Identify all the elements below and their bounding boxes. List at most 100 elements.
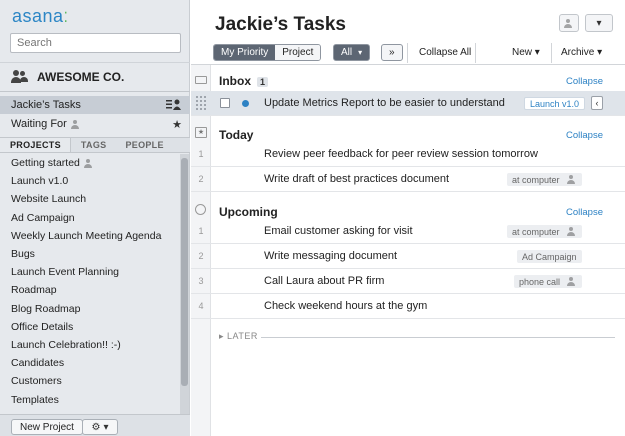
my-priority-button[interactable]: My Priority bbox=[214, 45, 276, 60]
new-menu-label: New bbox=[512, 47, 533, 58]
task-tag[interactable]: at computer bbox=[507, 225, 582, 238]
task-name[interactable]: Check weekend hours at the gym bbox=[264, 300, 427, 312]
task-row[interactable]: 2 Write messaging document Ad Campaign bbox=[191, 244, 625, 269]
task-project-tag[interactable]: Launch v1.0 bbox=[524, 97, 586, 110]
search-input[interactable] bbox=[10, 33, 181, 53]
task-row[interactable]: 2 Write draft of best practices document… bbox=[191, 167, 625, 192]
toolbar: My Priority Project All ▾ » Collapse All… bbox=[191, 41, 625, 65]
collapse-upcoming-link[interactable]: Collapse bbox=[566, 207, 603, 218]
divider bbox=[551, 43, 552, 63]
divider bbox=[407, 43, 408, 63]
expand-button[interactable]: » bbox=[381, 44, 403, 61]
collapse-all-button[interactable]: Collapse All bbox=[419, 47, 471, 58]
project-item[interactable]: Ad Campaign bbox=[0, 209, 180, 227]
people-icon bbox=[11, 70, 29, 84]
user-icon bbox=[567, 277, 577, 286]
task-name[interactable]: Email customer asking for visit bbox=[264, 225, 413, 237]
project-item[interactable]: Customers bbox=[0, 372, 180, 390]
scrollbar-thumb[interactable] bbox=[181, 158, 188, 386]
task-name[interactable]: Call Laura about PR firm bbox=[264, 275, 384, 287]
divider bbox=[475, 43, 476, 63]
assignee-list-icon bbox=[166, 99, 182, 113]
project-item[interactable]: Office Details bbox=[0, 318, 180, 336]
collapse-today-link[interactable]: Collapse bbox=[566, 130, 603, 141]
project-item[interactable]: Launch Event Planning bbox=[0, 263, 180, 281]
nav-my-tasks[interactable]: Jackie’s Tasks bbox=[0, 96, 190, 114]
user-icon bbox=[70, 119, 81, 129]
task-number: 3 bbox=[198, 276, 204, 286]
task-number: 4 bbox=[198, 301, 204, 311]
task-number: 1 bbox=[198, 149, 204, 159]
task-name[interactable]: Write draft of best practices document bbox=[264, 173, 449, 185]
task-tag[interactable]: at computer bbox=[507, 173, 582, 186]
divider bbox=[261, 337, 615, 338]
user-icon bbox=[83, 158, 94, 168]
chevron-down-icon: ▾ bbox=[597, 47, 603, 58]
task-name[interactable]: Review peer feedback for peer review ses… bbox=[264, 148, 538, 160]
org-switcher[interactable]: AWESOME CO. bbox=[0, 62, 190, 92]
org-name: AWESOME CO. bbox=[37, 70, 125, 84]
later-section[interactable]: ▸ LATER bbox=[211, 330, 625, 344]
task-name[interactable]: Update Metrics Report to be easier to un… bbox=[264, 97, 505, 109]
sidebar-tabs: PROJECTS TAGS PEOPLE bbox=[0, 137, 190, 153]
nav-waiting-for[interactable]: Waiting For ★ bbox=[0, 115, 190, 133]
task-tag[interactable]: phone call bbox=[514, 275, 583, 288]
task-row[interactable]: 1 Email customer asking for visit at com… bbox=[191, 219, 625, 244]
unread-dot-icon bbox=[242, 100, 249, 107]
section-today-label: Today bbox=[219, 128, 254, 142]
tab-projects[interactable]: PROJECTS bbox=[0, 138, 71, 152]
chevron-right-icon: ▸ bbox=[219, 331, 225, 341]
task-row[interactable]: 1 Review peer feedback for peer review s… bbox=[191, 142, 625, 167]
sidebar-scrollbar[interactable] bbox=[180, 154, 189, 414]
project-item[interactable]: Launch v1.0 bbox=[0, 172, 180, 190]
user-icon bbox=[566, 227, 577, 236]
new-project-button[interactable]: New Project bbox=[11, 419, 83, 435]
task-checkbox[interactable] bbox=[220, 98, 230, 108]
task-number: 2 bbox=[198, 174, 204, 184]
drag-handle[interactable] bbox=[195, 95, 206, 111]
all-filter-button[interactable]: All ▾ bbox=[333, 44, 371, 61]
project-item[interactable]: Weekly Launch Meeting Agenda bbox=[0, 227, 180, 245]
chevron-down-icon: ▾ bbox=[103, 421, 109, 433]
tab-tags[interactable]: TAGS bbox=[71, 138, 116, 152]
project-item[interactable]: Templates bbox=[0, 390, 180, 408]
archive-menu-button[interactable]: Archive ▾ bbox=[561, 47, 602, 58]
task-row[interactable]: Update Metrics Report to be easier to un… bbox=[191, 91, 625, 116]
task-name[interactable]: Write messaging document bbox=[264, 250, 397, 262]
star-icon[interactable]: ★ bbox=[172, 118, 182, 131]
section-inbox: Inbox 1 Collapse bbox=[191, 68, 625, 92]
project-item[interactable]: Blog Roadmap bbox=[0, 300, 180, 318]
nav-my-tasks-label: Jackie’s Tasks bbox=[11, 99, 81, 111]
header-menu-button[interactable]: ▾ bbox=[585, 14, 613, 32]
project-view-button[interactable]: Project bbox=[275, 45, 321, 60]
inbox-icon bbox=[195, 76, 207, 84]
gear-icon: ⚙ bbox=[91, 421, 101, 433]
project-item[interactable]: Bugs bbox=[0, 245, 180, 263]
project-item[interactable]: Website Launch bbox=[0, 190, 180, 208]
task-row[interactable]: 4 Check weekend hours at the gym bbox=[191, 294, 625, 319]
section-upcoming-label: Upcoming bbox=[219, 205, 278, 219]
project-item[interactable]: Candidates bbox=[0, 354, 180, 372]
collapse-inbox-link[interactable]: Collapse bbox=[566, 76, 603, 87]
new-menu-button[interactable]: New ▾ bbox=[512, 47, 540, 58]
all-filter-label: All bbox=[341, 47, 353, 58]
task-tag[interactable]: Ad Campaign bbox=[517, 250, 582, 263]
task-row[interactable]: 3 Call Laura about PR firm phone call bbox=[191, 269, 625, 294]
circle-icon bbox=[195, 204, 206, 215]
tab-people[interactable]: PEOPLE bbox=[115, 138, 172, 152]
settings-menu-button[interactable]: ⚙ ▾ bbox=[82, 419, 118, 435]
assign-user-button[interactable] bbox=[559, 14, 579, 32]
nav-waiting-for-label: Waiting For bbox=[11, 118, 67, 130]
asana-logo[interactable]: asana⁚ bbox=[12, 6, 69, 27]
project-item[interactable]: Roadmap bbox=[0, 281, 180, 299]
task-number: 1 bbox=[198, 226, 204, 236]
project-item[interactable]: Getting started bbox=[0, 154, 180, 172]
chevron-down-icon: ▾ bbox=[534, 47, 540, 58]
later-label: ▸ LATER bbox=[219, 331, 258, 341]
section-inbox-label: Inbox 1 bbox=[219, 74, 269, 88]
chevron-left-icon[interactable]: ‹ bbox=[591, 96, 603, 110]
double-chevron-icon: » bbox=[389, 47, 395, 58]
calendar-star-icon: ★ bbox=[195, 127, 207, 138]
sidebar: asana⁚ AWESOME CO. Jackie’s Tasks Waitin… bbox=[0, 0, 190, 436]
project-item[interactable]: Launch Celebration!! :-) bbox=[0, 336, 180, 354]
